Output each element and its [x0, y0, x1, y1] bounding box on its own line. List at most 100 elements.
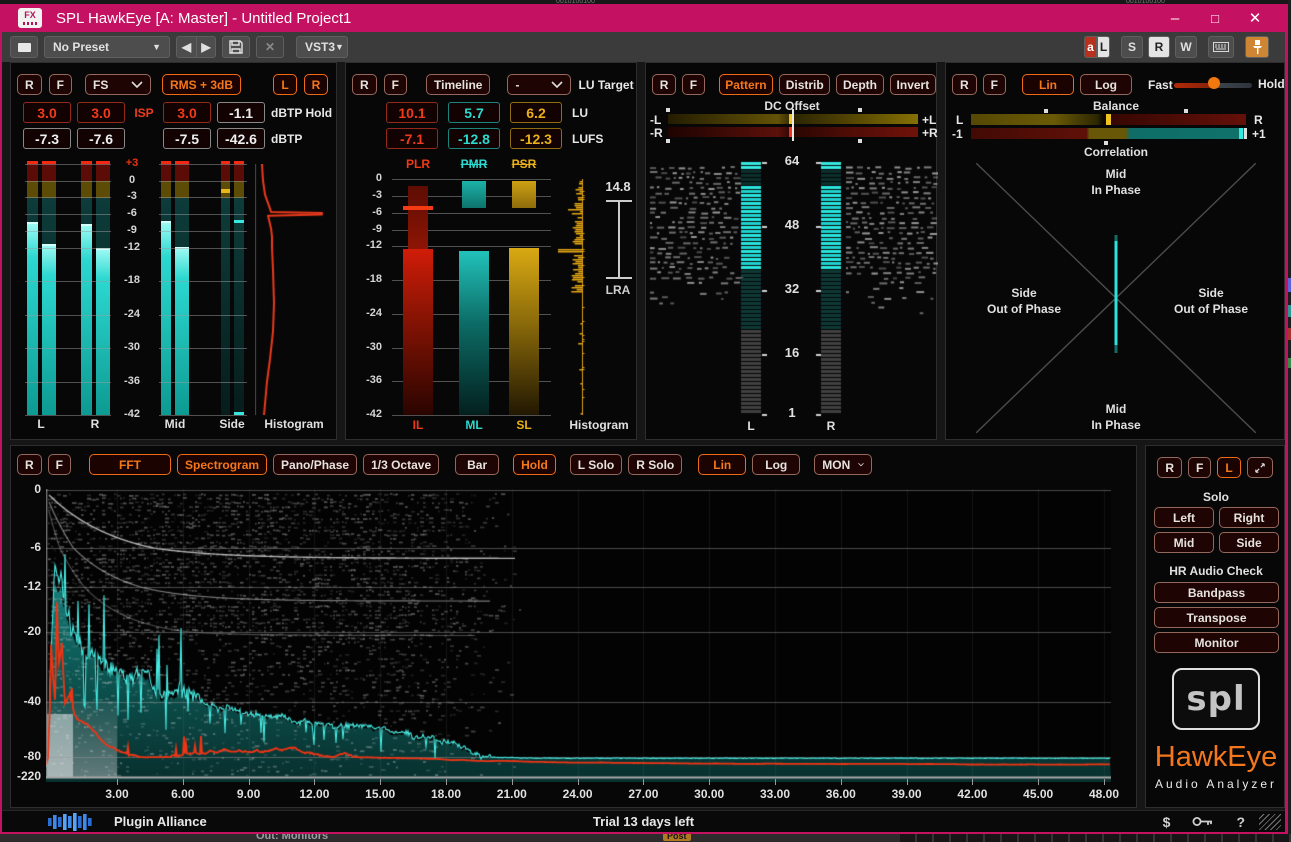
product-name: HawkEye [1146, 741, 1286, 774]
gonio-mid-top-label: Mid In Phase [1046, 166, 1186, 198]
license-key-icon[interactable] [1192, 816, 1214, 827]
loudness-panel: R F Timeline - LU Target 10.1 5.7 6.2 LU… [345, 62, 637, 440]
save-preset-button[interactable] [222, 36, 250, 58]
spectrum-x-tick [709, 779, 710, 785]
menu-button[interactable] [10, 36, 38, 58]
bit-scale-label: 48 [766, 217, 818, 232]
spectrum-x-label: 21.00 [486, 787, 538, 801]
meter-gridline [25, 164, 111, 165]
meter-gridline [159, 415, 247, 416]
spectrum-x-tick [578, 779, 579, 785]
meter-gridline [159, 164, 247, 165]
resize-grip[interactable] [1259, 814, 1281, 830]
prev-preset-button[interactable]: ◀ [176, 36, 196, 58]
invert-button[interactable]: Invert [890, 74, 936, 95]
dc-tick [858, 108, 862, 112]
ml-bar [459, 251, 489, 415]
minimize-button[interactable]: – [1155, 4, 1195, 32]
spectrum-x-tick [907, 779, 908, 785]
spectrum-x-label: 9.00 [223, 787, 275, 801]
side-reset-button[interactable]: R [1157, 457, 1182, 478]
format-selector[interactable]: VST3 ▼ [296, 36, 348, 58]
plugin-window: 0010100100 0010100100 FX SPL HawkEye [A:… [0, 0, 1291, 842]
distrib-button[interactable]: Distrib [779, 74, 830, 95]
hold-label: Hold [1258, 77, 1285, 91]
transpose-button[interactable]: Transpose [1154, 607, 1279, 628]
spectrum-x-label: 48.00 [1078, 787, 1130, 801]
spectrum-x-label: 6.00 [157, 787, 209, 801]
spectrum-x-tick [314, 779, 315, 785]
monitor-button[interactable]: Monitor [1154, 632, 1279, 653]
fast-label: Fast [1148, 78, 1173, 92]
keyboard-button[interactable] [1208, 36, 1234, 58]
p2-histogram-label: Histogram [564, 418, 634, 432]
spectrum-x-tick [117, 779, 118, 785]
spectrum-x-label: 30.00 [683, 787, 735, 801]
ballistics-slider-thumb[interactable] [1208, 77, 1220, 89]
lra-value: 14.8 [596, 179, 640, 194]
correlation-bar [971, 128, 1246, 139]
plugin-alliance-icon [48, 813, 104, 831]
spectrum-x-tick [972, 779, 973, 785]
read-button[interactable]: R [1148, 36, 1170, 58]
meter-gridline [159, 248, 247, 249]
spectrum-x-tick [1038, 779, 1039, 785]
p1-channel-label: R [75, 417, 115, 431]
solo-right-button[interactable]: Right [1219, 507, 1279, 528]
side-peak-tick [221, 189, 230, 193]
p2-scale-label: 0 [346, 172, 382, 184]
correlation-label: Correlation [946, 145, 1286, 159]
collapse-button[interactable] [1247, 457, 1273, 478]
bit-scale-label: 64 [766, 153, 818, 168]
spectrum-x-label: 33.00 [749, 787, 801, 801]
p1-scale-label: -3 [113, 190, 151, 202]
write-button[interactable]: W [1175, 36, 1197, 58]
close-button[interactable]: ✕ [1235, 4, 1275, 32]
daw-out-label: Out: Monitors [256, 834, 328, 842]
lin-button[interactable]: Lin [1022, 74, 1074, 95]
side-freeze-button[interactable]: F [1188, 457, 1211, 478]
maximize-button[interactable]: □ [1195, 4, 1235, 32]
p1-scale-label: -42 [113, 408, 151, 420]
meter-gridline [25, 281, 111, 282]
p1-scale-label: 0 [113, 174, 151, 186]
p4-freeze-button[interactable]: F [983, 74, 1006, 95]
help-button[interactable]: ? [1236, 814, 1245, 830]
p1-channel-label: Mid [155, 417, 195, 431]
log-button[interactable]: Log [1080, 74, 1132, 95]
preset-selector[interactable]: No Preset ▼ [44, 36, 170, 58]
next-preset-button[interactable]: ▶ [196, 36, 216, 58]
pattern-button[interactable]: Pattern [719, 74, 773, 95]
meter-gridline [159, 348, 247, 349]
pin-button[interactable] [1245, 36, 1269, 58]
side-link-button[interactable]: L [1217, 457, 1240, 478]
meter-zone-over [234, 164, 244, 181]
p4-reset-button[interactable]: R [952, 74, 977, 95]
meter-zone-warn [96, 181, 110, 198]
daw-post-label: Post [663, 834, 691, 841]
product-subtitle: Audio Analyzer [1146, 777, 1286, 791]
titlebar[interactable]: FX SPL HawkEye [A: Master] - Untitled Pr… [2, 4, 1285, 32]
meter-zone-warn [42, 181, 56, 198]
p1-scale-label: -30 [113, 341, 151, 353]
meter-peak-cap [42, 244, 56, 246]
solo-mid-button[interactable]: Mid [1154, 532, 1214, 553]
spectrum-x-label: 18.00 [420, 787, 472, 801]
solo-left-button[interactable]: Left [1154, 507, 1214, 528]
meter-fill [96, 249, 110, 415]
purchase-button[interactable]: $ [1163, 814, 1171, 830]
solo-button[interactable]: S [1121, 36, 1143, 58]
solo-side-button[interactable]: Side [1219, 532, 1279, 553]
meter-gridline [159, 382, 247, 383]
correlation-marker [1239, 128, 1243, 139]
spectrum-x-label: 39.00 [881, 787, 933, 801]
p3-freeze-button[interactable]: F [682, 74, 705, 95]
spectrum-x-label: 12.00 [288, 787, 340, 801]
meter-gridline [25, 315, 111, 316]
delete-preset-button: ✕ [256, 36, 284, 58]
depth-button[interactable]: Depth [836, 74, 883, 95]
p3-reset-button[interactable]: R [652, 74, 676, 95]
automation-latch-button[interactable]: a L [1084, 36, 1110, 58]
bit-meter-panel: R F Pattern Distrib Depth Invert DC Offs… [645, 62, 937, 440]
bandpass-button[interactable]: Bandpass [1154, 582, 1279, 603]
